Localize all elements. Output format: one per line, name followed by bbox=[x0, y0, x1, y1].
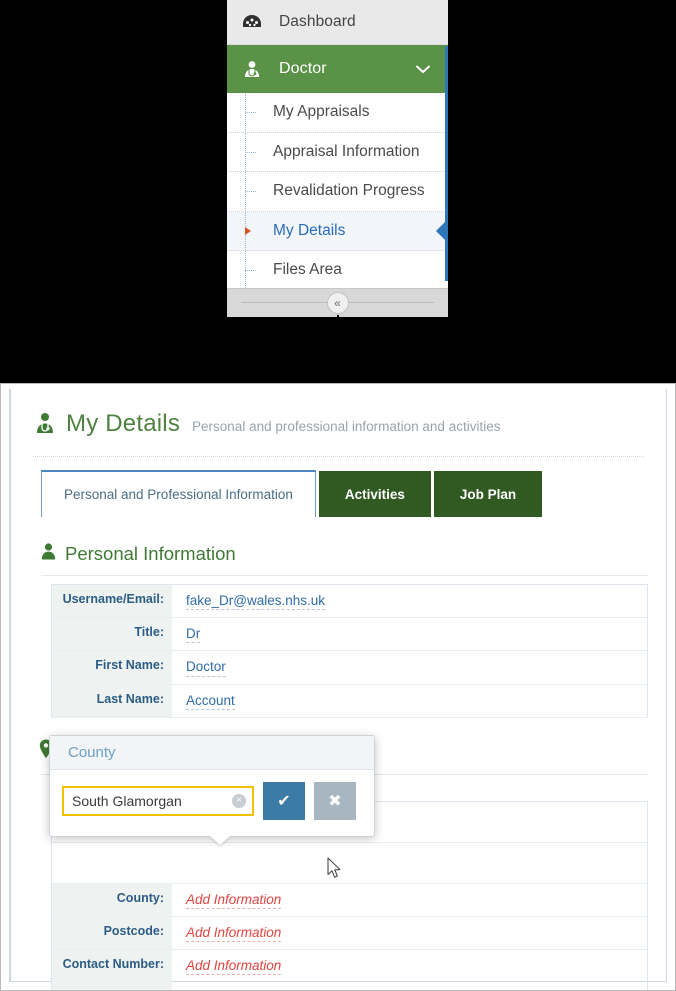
nav-item-dashboard[interactable]: Dashboard bbox=[227, 0, 448, 45]
popover-title: County bbox=[50, 736, 374, 770]
row-value: Account bbox=[172, 685, 647, 717]
my-details-panel: My Details Personal and professional inf… bbox=[0, 383, 676, 991]
tree-stub bbox=[245, 270, 256, 272]
row-value: Dr bbox=[172, 618, 647, 650]
nav-item-revalidation-progress[interactable]: Revalidation Progress bbox=[227, 172, 448, 212]
nav-active-rail bbox=[445, 46, 448, 281]
tree-stub bbox=[245, 191, 256, 193]
clear-input-icon[interactable]: × bbox=[232, 794, 246, 808]
tab-bar: Personal and Professional Information Ac… bbox=[41, 469, 666, 517]
nav-footer: « bbox=[227, 288, 448, 317]
row-label: First Name: bbox=[52, 651, 172, 684]
nav-item-my-details-label: My Details bbox=[273, 221, 346, 239]
table-row: Username/Email: fake_Dr@wales.nhs.uk bbox=[52, 585, 647, 619]
nav-item-appraisal-information[interactable]: Appraisal Information bbox=[227, 132, 448, 172]
nav-item-revalidation-progress-label: Revalidation Progress bbox=[273, 182, 425, 200]
mouse-cursor bbox=[327, 857, 343, 885]
row-value: Add Information bbox=[172, 950, 647, 990]
personal-information-heading: Personal Information bbox=[41, 543, 666, 565]
chevron-down-icon[interactable] bbox=[416, 62, 430, 77]
county-edit-popover: County × ✔ ✖ bbox=[49, 735, 375, 845]
row-value: Add Information bbox=[172, 884, 647, 916]
tree-stub bbox=[245, 151, 256, 153]
nav-item-my-appraisals-label: My Appraisals bbox=[273, 103, 370, 121]
page-subtitle: Personal and professional information an… bbox=[192, 419, 501, 434]
row-value: Doctor bbox=[172, 651, 647, 683]
row-label: Last Name: bbox=[52, 684, 172, 717]
table-row bbox=[52, 843, 647, 884]
editable-last-name[interactable]: Account bbox=[186, 693, 235, 710]
row-label: Postcode: bbox=[52, 916, 172, 950]
doctor-group-icon bbox=[33, 412, 57, 439]
nav-item-dashboard-label: Dashboard bbox=[279, 13, 356, 30]
row-label: County: bbox=[52, 883, 172, 916]
section-divider bbox=[41, 575, 648, 576]
county-input[interactable] bbox=[62, 786, 254, 816]
nav-item-files-area-label: Files Area bbox=[273, 261, 342, 279]
popover-arrow bbox=[210, 836, 230, 845]
editable-contact-number[interactable]: Add Information bbox=[186, 958, 282, 976]
table-row: Title: Dr bbox=[52, 618, 647, 652]
cancel-button[interactable]: ✖ bbox=[314, 782, 356, 820]
nav-list: Dashboard Doctor My Appraisals Appraisal… bbox=[227, 0, 448, 291]
collapse-menu-button[interactable]: « bbox=[326, 292, 349, 314]
nav-item-appraisal-information-label: Appraisal Information bbox=[273, 142, 420, 160]
editable-username-email[interactable]: fake_Dr@wales.nhs.uk bbox=[186, 593, 326, 611]
dashboard-icon bbox=[239, 14, 265, 30]
person-icon bbox=[41, 543, 56, 565]
table-row: Last Name: Account bbox=[52, 684, 647, 718]
county-input-wrapper: × bbox=[62, 786, 254, 816]
tree-stub bbox=[245, 112, 256, 114]
nav-item-doctor-label: Doctor bbox=[279, 60, 327, 77]
table-row: County: Add Information bbox=[52, 883, 647, 917]
selected-bullet-icon bbox=[245, 226, 251, 235]
editable-county[interactable]: Add Information bbox=[186, 892, 282, 909]
table-row: First Name: Doctor bbox=[52, 651, 647, 685]
editable-title[interactable]: Dr bbox=[186, 626, 201, 644]
nav-item-my-details[interactable]: My Details bbox=[227, 211, 448, 251]
tab-job-plan[interactable]: Job Plan bbox=[433, 471, 543, 517]
doctor-icon bbox=[239, 60, 265, 78]
tab-activities[interactable]: Activities bbox=[318, 471, 431, 517]
page-header: My Details Personal and professional inf… bbox=[11, 389, 666, 438]
navigation-menu-panel: Dashboard Doctor My Appraisals Appraisal… bbox=[225, 0, 450, 320]
table-row: Postcode: Add Information bbox=[52, 916, 647, 951]
row-value: fake_Dr@wales.nhs.uk bbox=[172, 585, 647, 617]
row-label: Contact Number: bbox=[52, 950, 172, 990]
header-divider bbox=[33, 456, 644, 457]
row-label: Title: bbox=[52, 618, 172, 651]
nav-anchor-tick bbox=[336, 315, 339, 317]
tab-personal-and-professional-information[interactable]: Personal and Professional Information bbox=[41, 470, 316, 517]
popover-body: × ✔ ✖ bbox=[50, 770, 374, 820]
nav-item-my-appraisals[interactable]: My Appraisals bbox=[227, 93, 448, 133]
personal-information-table: Username/Email: fake_Dr@wales.nhs.uk Tit… bbox=[51, 584, 648, 718]
confirm-button[interactable]: ✔ bbox=[263, 782, 305, 820]
editable-postcode[interactable]: Add Information bbox=[186, 925, 282, 943]
row-value: Add Information bbox=[172, 917, 647, 949]
table-row: Contact Number: Add Information bbox=[52, 950, 647, 990]
page-title: My Details bbox=[66, 410, 181, 437]
row-label: Username/Email: bbox=[52, 585, 172, 618]
nav-item-files-area[interactable]: Files Area bbox=[227, 251, 448, 291]
personal-information-title: Personal Information bbox=[65, 543, 236, 564]
panel-inner: My Details Personal and professional inf… bbox=[9, 389, 667, 990]
nav-item-doctor[interactable]: Doctor bbox=[227, 45, 448, 93]
editable-first-name[interactable]: Doctor bbox=[186, 659, 226, 677]
